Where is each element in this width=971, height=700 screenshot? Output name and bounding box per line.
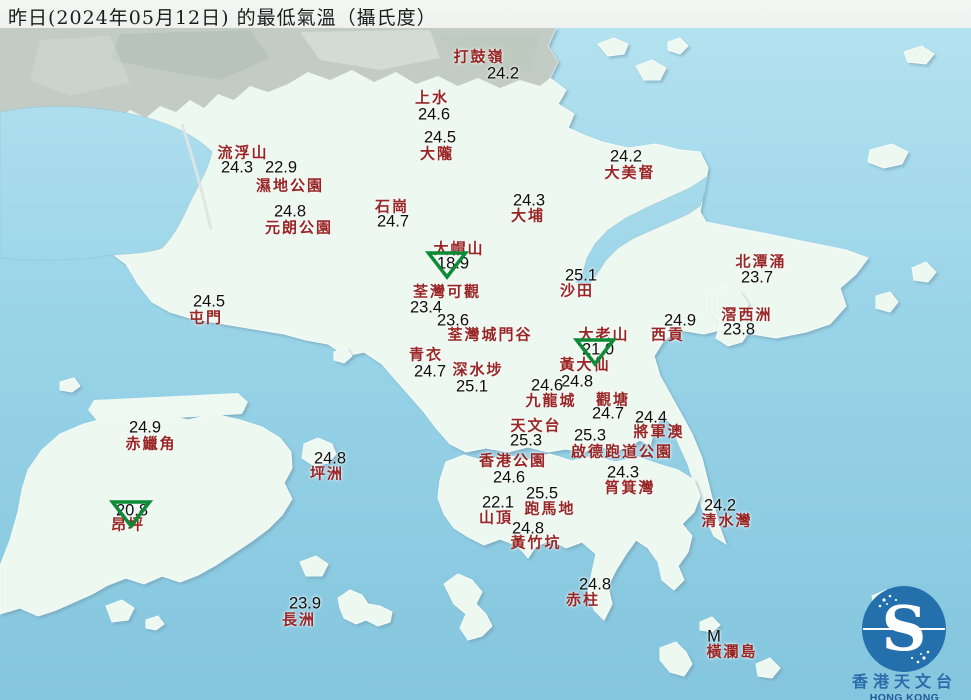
station-value: M: [707, 627, 721, 646]
station-value: 24.9: [128, 418, 162, 437]
hko-logo: S 香港天文台 HONG KONG OBSERVATORY: [838, 566, 971, 700]
station-value: 24.7: [591, 404, 625, 423]
station-name: 香港公園: [478, 451, 548, 470]
station-value: 22.9: [264, 158, 298, 177]
station-value: 23.9: [288, 594, 322, 613]
station-name: 上水: [414, 88, 450, 107]
hko-min-temp-map: 昨日(2024年05月12日) 的最低氣溫（攝氏度） 打鼓嶺 24.2 上水 24.6…: [0, 0, 971, 700]
station-name: 深水埗: [452, 360, 504, 379]
station-value: 23.7: [740, 268, 774, 287]
station-value: 24.7: [376, 212, 410, 231]
station-value: 25.5: [525, 484, 559, 503]
station-value: 24.2: [609, 147, 643, 166]
station-value: 24.3: [606, 463, 640, 482]
station-value: 24.2: [703, 496, 737, 515]
station-value: 25.1: [564, 266, 598, 285]
station-value: 24.8: [511, 519, 545, 538]
station-layer: 打鼓嶺 24.2 上水 24.6 大隴 24.5 大美督 24.2 流浮山 24.3 濕地公園 22.…: [0, 0, 971, 700]
station-value: 24.7: [413, 362, 447, 381]
station-value: 24.3: [512, 191, 546, 210]
svg-text:S: S: [882, 592, 927, 665]
station-value: 24.8: [578, 575, 612, 594]
station-value: 24.5: [192, 292, 226, 311]
station-value: 24.6: [417, 105, 451, 124]
station-name: 濕地公園: [255, 176, 325, 195]
station-name: 青衣: [408, 345, 444, 364]
station-value: 23.6: [436, 311, 470, 330]
station-value: 25.3: [509, 431, 543, 450]
station-value: 25.1: [455, 377, 489, 396]
station-value: 22.1: [481, 493, 515, 512]
station-value: 24.8: [273, 202, 307, 221]
observatory-emblem-icon: S: [862, 586, 946, 672]
station-value: 20.8: [115, 501, 149, 520]
station-value: 24.3: [220, 158, 254, 177]
station-value: 24.8: [313, 449, 347, 468]
station-value: 25.3: [573, 426, 607, 445]
station-value: 24.4: [634, 408, 668, 427]
station-value: 24.2: [486, 64, 520, 83]
station-name: 黃大仙: [559, 355, 611, 374]
station-value: 24.9: [663, 311, 697, 330]
station-value: 24.5: [423, 128, 457, 147]
station-value: 24.6: [530, 376, 564, 395]
station-value: 23.8: [722, 320, 756, 339]
station-value: 24.6: [492, 468, 526, 487]
station-name: 打鼓嶺: [453, 47, 505, 66]
station-value: 18.9: [436, 254, 470, 273]
logo-name-english: HONG KONG OBSERVATORY: [869, 692, 940, 700]
